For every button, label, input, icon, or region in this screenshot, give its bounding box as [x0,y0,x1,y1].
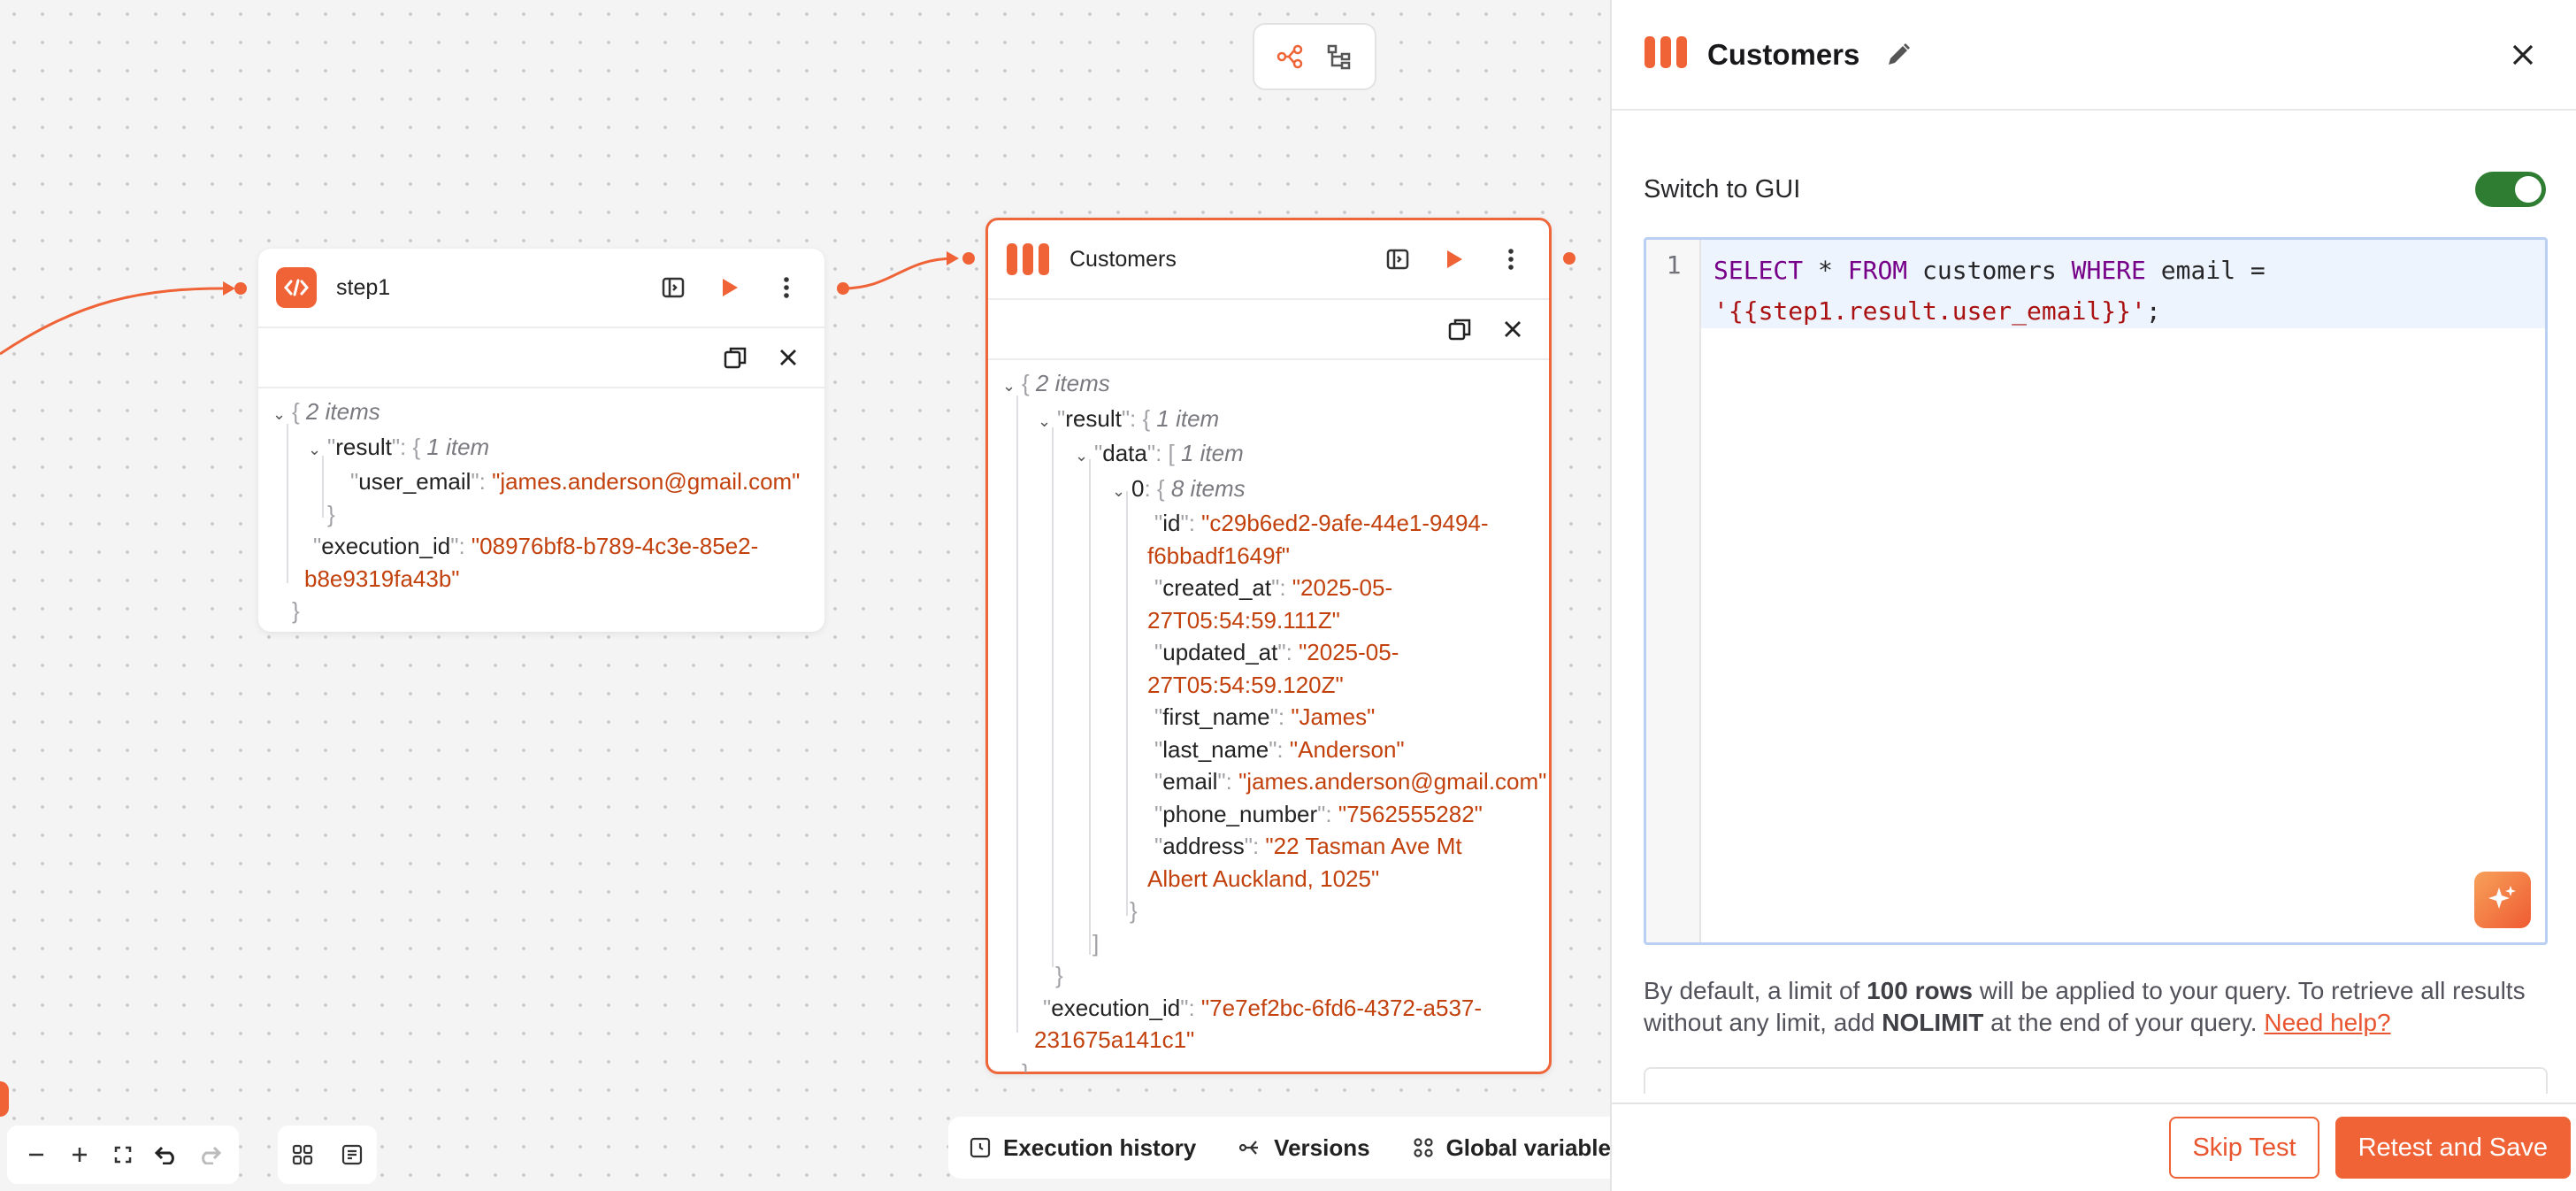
query-limit-note: By default, a limit of 100 rows will be … [1644,977,2526,1036]
step1-node-title: step1 [336,274,391,300]
step1-json-output: ⌄{ 2 items ⌄ "result": { 1 item "user_ema… [272,398,801,624]
chevron-down-icon[interactable]: ⌄ [308,434,327,466]
history-icon [970,1137,991,1158]
versions-button[interactable]: Versions [1238,1134,1370,1162]
customers-output-port[interactable] [1563,252,1576,265]
step1-output-port[interactable] [837,282,849,295]
zoom-controls [7,1126,239,1184]
chevron-down-icon[interactable]: ⌄ [1112,475,1131,508]
line-number: 1 [1666,250,1682,280]
ai-sparkle-button[interactable] [2474,872,2531,928]
close-icon[interactable] [2502,34,2544,76]
switch-to-gui-toggle[interactable] [2475,172,2546,207]
copy-icon[interactable] [1439,309,1480,350]
more-menu-icon[interactable] [1491,239,1531,280]
run-icon[interactable] [709,267,750,308]
retest-and-save-button[interactable]: Retest and Save [2334,1117,2571,1179]
global-variables-icon [1413,1138,1433,1157]
panel-footer: Skip Test Retest and Save [1612,1103,2576,1191]
switch-to-gui-label: Switch to GUI [1644,174,1801,204]
run-icon[interactable] [1434,239,1475,280]
chevron-down-icon[interactable]: ⌄ [1038,405,1057,438]
copy-icon[interactable] [715,337,755,378]
panel-title: Customers [1707,37,1860,71]
options-field[interactable] [1644,1067,2548,1094]
customers-node-header: Customers [988,220,1549,300]
canvas-tools [278,1126,377,1184]
chevron-down-icon[interactable]: ⌄ [1002,370,1022,403]
need-help-link[interactable]: Need help? [2264,1009,2390,1036]
customers-input-port[interactable] [962,252,975,265]
panel-header: Customers [1612,0,2576,111]
sparkle-icon [2488,886,2516,909]
panel-toggle-icon[interactable] [1377,239,1418,280]
step1-node-header: step1 [258,249,824,328]
customers-output-toolbar [988,300,1549,360]
close-icon[interactable] [1492,309,1533,350]
fit-view-icon[interactable] [102,1133,144,1176]
chevron-down-icon[interactable]: ⌄ [1075,440,1094,473]
grid-icon[interactable] [281,1133,324,1176]
node-config-panel: Customers Switch to GUI 1 SELECT * FROM … [1610,0,2576,1191]
graph-view-icon[interactable] [1270,37,1309,76]
tree-view-icon[interactable] [1320,37,1359,76]
canvas-edge-tab[interactable] [0,1081,9,1117]
more-menu-icon[interactable] [766,267,807,308]
step1-input-port[interactable] [234,282,247,295]
undo-icon[interactable] [145,1133,188,1176]
edit-pencil-icon[interactable] [1881,37,1916,73]
customers-json-output: ⌄{ 2 items ⌄ "result": { 1 item ⌄ "data": … [1002,370,1547,1072]
global-variables-button[interactable]: Global variables [1413,1134,1610,1162]
close-icon[interactable] [768,337,809,378]
skip-test-button[interactable]: Skip Test [2169,1117,2319,1179]
panel-toggle-icon[interactable] [653,267,694,308]
execution-history-button[interactable]: Execution history [970,1134,1196,1162]
switch-to-gui-row: Switch to GUI [1644,165,2546,214]
chevron-down-icon[interactable]: ⌄ [272,398,292,431]
sql-query-text[interactable]: SELECT * FROM customers WHERE email = '{… [1714,250,2266,332]
step1-node[interactable]: step1 ⌄{ 2 items ⌄ "result": { 1 item "u… [258,249,824,632]
zoom-in-icon[interactable] [58,1133,101,1176]
versions-icon [1239,1141,1259,1155]
code-icon [276,267,317,308]
customers-node-title: Customers [1070,246,1177,272]
step1-output-toolbar [258,328,824,388]
view-toggle [1253,23,1376,90]
sql-query-editor[interactable]: 1 SELECT * FROM customers WHERE email = … [1644,237,2548,945]
bottom-toolbar: Execution history Versions Global variab… [948,1117,1610,1179]
database-columns-icon [1644,35,1688,74]
workflow-canvas[interactable]: step1 ⌄{ 2 items ⌄ "result": { 1 item "u… [0,0,1610,1191]
notes-icon[interactable] [331,1133,373,1176]
zoom-out-icon[interactable] [15,1133,58,1176]
customers-node[interactable]: Customers ⌄{ 2 items ⌄ "result": {1 ite… [985,218,1552,1074]
database-columns-icon [1006,239,1050,280]
redo-icon[interactable] [188,1133,231,1176]
